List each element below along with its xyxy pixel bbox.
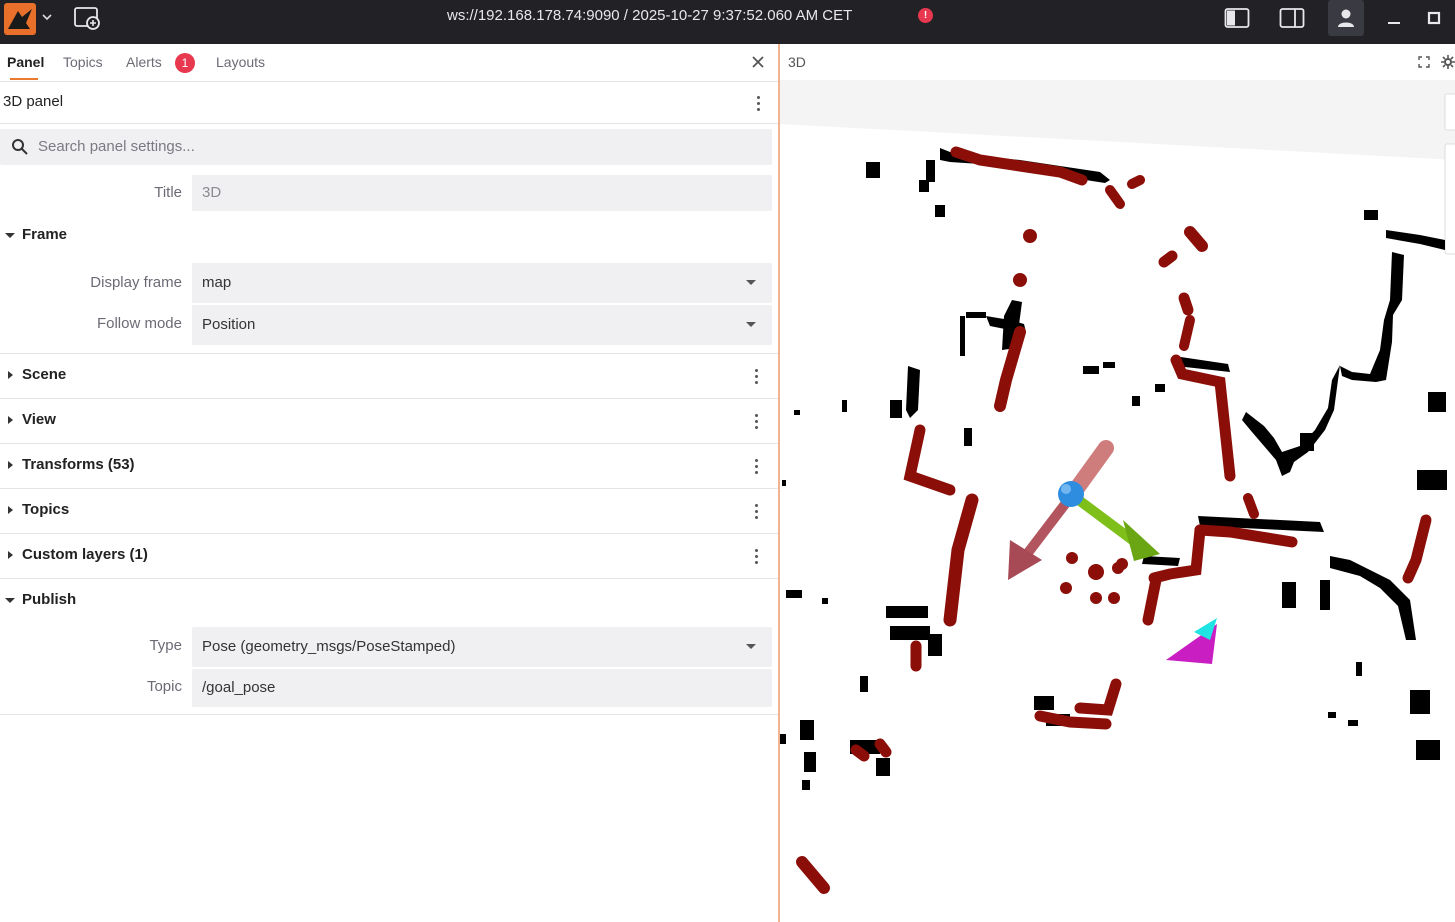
- section-custom-layers[interactable]: Custom layers (1): [0, 534, 778, 579]
- settings-sidebar: Panel Topics Alerts 1 Layouts 3D panel S…: [0, 44, 778, 922]
- chevron-down-icon: [746, 322, 756, 327]
- section-menu-icon[interactable]: [753, 459, 759, 475]
- publish-type-value: Pose (geometry_msgs/PoseStamped): [202, 638, 456, 655]
- section-view[interactable]: View: [0, 399, 778, 444]
- chevron-down-icon[interactable]: [40, 10, 54, 24]
- tab-panel[interactable]: Panel: [7, 54, 44, 70]
- section-scene[interactable]: Scene: [0, 354, 778, 399]
- section-custom-layers-label: Custom layers (1): [22, 546, 148, 563]
- collapsed-caret-icon: [8, 371, 13, 379]
- connection-info[interactable]: ws://192.168.178.74:9090 / 2025-10-27 9:…: [447, 7, 852, 24]
- publish-type-select[interactable]: Pose (geometry_msgs/PoseStamped): [192, 627, 772, 667]
- search-icon: [12, 139, 28, 155]
- connection-alert-icon[interactable]: !: [918, 8, 933, 23]
- view-control-button[interactable]: [1444, 93, 1455, 131]
- follow-mode-value: Position: [202, 316, 256, 333]
- title-value: 3D: [202, 184, 222, 201]
- follow-mode-label: Follow mode: [96, 315, 182, 332]
- section-transforms-label: Transforms (53): [22, 456, 135, 473]
- collapsed-caret-icon: [8, 506, 13, 514]
- expanded-caret-icon: [5, 598, 15, 603]
- settings-search-input[interactable]: Search panel settings...: [0, 129, 772, 165]
- active-tab-indicator: [10, 78, 38, 80]
- display-frame-value: map: [202, 274, 232, 291]
- topic-label: Topic: [146, 678, 182, 695]
- tab-topics[interactable]: Topics: [63, 54, 103, 70]
- collapsed-caret-icon: [8, 461, 13, 469]
- section-transforms[interactable]: Transforms (53): [0, 444, 778, 489]
- section-view-label: View: [22, 411, 56, 428]
- title-field[interactable]: 3D: [192, 175, 772, 211]
- gear-icon[interactable]: [1441, 55, 1455, 69]
- section-topics-label: Topics: [22, 501, 70, 518]
- right-sidebar-icon[interactable]: [1278, 4, 1306, 32]
- 3d-panel-toolbar: 3D: [780, 44, 1455, 80]
- publish-topic-value: /goal_pose: [202, 679, 276, 696]
- section-menu-icon[interactable]: [753, 414, 759, 430]
- search-placeholder: Search panel settings...: [38, 138, 195, 155]
- 3d-panel-title: 3D: [788, 54, 806, 70]
- type-label: Type: [149, 637, 182, 654]
- section-publish-label: Publish: [22, 591, 77, 608]
- left-sidebar-icon[interactable]: [1223, 4, 1251, 32]
- view-control-button[interactable]: [1444, 143, 1455, 255]
- robot-pose-axes: [1008, 440, 1160, 580]
- collapsed-caret-icon: [8, 551, 13, 559]
- chevron-down-icon: [746, 644, 756, 649]
- divider: [0, 714, 778, 715]
- add-panel-icon[interactable]: [72, 4, 102, 32]
- section-menu-icon[interactable]: [753, 369, 759, 385]
- alerts-count-badge: 1: [175, 53, 195, 73]
- title-bar: ws://192.168.178.74:9090 / 2025-10-27 9:…: [0, 0, 1455, 44]
- laser-scan: [796, 146, 1432, 894]
- panel-menu-icon[interactable]: [755, 96, 761, 112]
- user-icon[interactable]: [1328, 0, 1364, 36]
- chevron-down-icon: [746, 280, 756, 285]
- display-frame-select[interactable]: map: [192, 263, 772, 303]
- sidebar-tabs: Panel Topics Alerts 1 Layouts: [0, 44, 778, 82]
- maximize-icon[interactable]: [1420, 4, 1448, 32]
- collapsed-caret-icon: [8, 416, 13, 424]
- section-scene-label: Scene: [22, 366, 67, 383]
- expanded-caret-icon: [5, 233, 15, 238]
- title-label: Title: [154, 184, 182, 201]
- tab-layouts[interactable]: Layouts: [216, 54, 265, 70]
- 3d-panel: 3D: [778, 44, 1455, 922]
- 3d-viewport[interactable]: [780, 80, 1455, 922]
- publish-topic-input[interactable]: /goal_pose: [192, 669, 772, 707]
- minimize-icon[interactable]: [1380, 4, 1408, 32]
- panel-title: 3D panel: [3, 93, 64, 110]
- foxglove-logo-icon[interactable]: [4, 3, 36, 35]
- ground-plane: [780, 80, 1455, 160]
- section-topics[interactable]: Topics: [0, 489, 778, 534]
- section-menu-icon[interactable]: [753, 504, 759, 520]
- tab-alerts[interactable]: Alerts: [126, 54, 162, 70]
- close-icon[interactable]: [748, 52, 768, 72]
- goal-pose-marker: [1166, 618, 1217, 664]
- fullscreen-icon[interactable]: [1418, 56, 1430, 68]
- section-frame-label: Frame: [22, 226, 68, 243]
- panel-header: 3D panel: [0, 82, 778, 124]
- display-frame-label: Display frame: [90, 274, 182, 291]
- section-menu-icon[interactable]: [753, 549, 759, 565]
- follow-mode-select[interactable]: Position: [192, 305, 772, 345]
